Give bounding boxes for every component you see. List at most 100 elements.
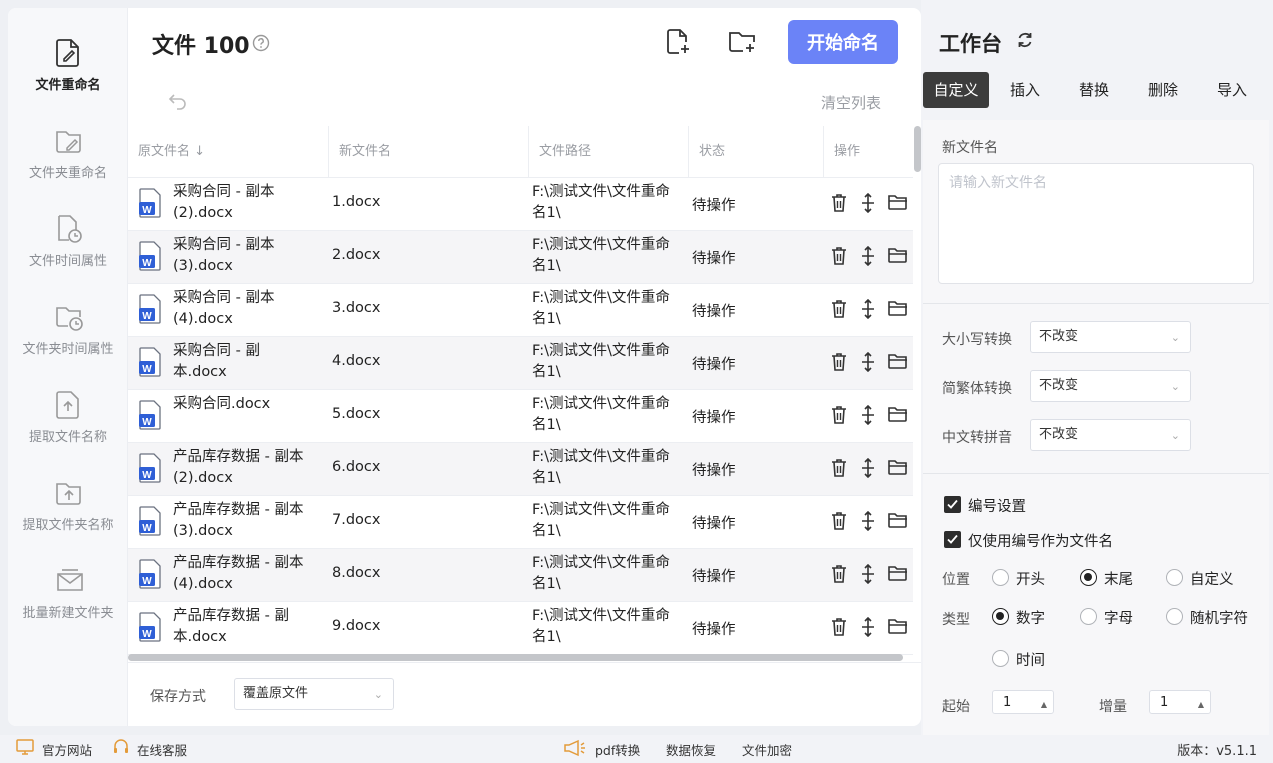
table-row[interactable]: W 产品库存数据 - 副本 (3).docx 7.docx F:\测试文件\文件重命名… <box>128 496 913 549</box>
table-row[interactable]: W 采购合同 - 副本 (3).docx 2.docx F:\测试文件\文件重命名1\… <box>128 231 913 284</box>
open-folder-icon[interactable] <box>888 299 908 321</box>
table-row[interactable]: W 产品库存数据 - 副本 (4).docx 8.docx F:\测试文件\文件重命名… <box>128 549 913 602</box>
delete-icon[interactable] <box>830 246 848 270</box>
move-icon[interactable] <box>859 510 877 535</box>
add-folder-icon[interactable] <box>728 28 758 56</box>
table-row[interactable]: W 产品库存数据 - 副本 (2).docx 6.docx F:\测试文件\文件重命名… <box>128 443 913 496</box>
folder-upload-icon <box>56 483 81 505</box>
sidebar-item-extract-file-names[interactable]: 提取文件名称 <box>8 390 128 478</box>
open-folder-icon[interactable] <box>888 405 908 427</box>
only-number-checkbox[interactable] <box>944 531 961 548</box>
table-row[interactable]: W 采购合同 - 副本 (2).docx 1.docx F:\测试文件\文件重命名1\… <box>128 178 913 231</box>
file-encrypt-link[interactable]: 文件加密 <box>742 740 792 759</box>
delete-icon[interactable] <box>830 299 848 323</box>
sidebar-item-batch-new-folder[interactable]: 批量新建文件夹 <box>8 566 128 654</box>
move-icon[interactable] <box>859 404 877 429</box>
data-recovery-link[interactable]: 数据恢复 <box>666 740 716 759</box>
original-name-cell: 产品库存数据 - 副本 (4).docx <box>173 555 304 592</box>
delete-icon[interactable] <box>830 564 848 588</box>
svg-text:W: W <box>142 417 152 428</box>
delete-icon[interactable] <box>830 352 848 376</box>
column-header-new: 新文件名 <box>328 126 528 178</box>
sidebar-item-file-time[interactable]: 文件时间属性 <box>8 214 128 302</box>
table-row[interactable]: W 采购合同 - 副本 (4).docx 3.docx F:\测试文件\文件重命名1\… <box>128 284 913 337</box>
new-name-input[interactable] <box>938 163 1254 284</box>
svg-text:W: W <box>142 311 152 322</box>
open-folder-icon[interactable] <box>888 617 908 639</box>
sidebar-item-extract-folder-names[interactable]: 提取文件夹名称 <box>8 478 128 566</box>
delete-icon[interactable] <box>830 617 848 641</box>
sort-arrow-icon: ↓ <box>194 144 206 159</box>
status-cell: 待操作 <box>692 569 736 585</box>
open-folder-icon[interactable] <box>888 511 908 533</box>
tab-insert[interactable]: 插入 <box>992 72 1058 108</box>
add-file-icon[interactable] <box>666 28 692 56</box>
delete-icon[interactable] <box>830 458 848 482</box>
start-rename-button[interactable]: 开始命名 <box>788 20 898 64</box>
original-name-cell: 产品库存数据 - 副本 (2).docx <box>173 449 304 486</box>
sidebar-item-folder-time[interactable]: 文件夹时间属性 <box>8 302 128 390</box>
online-support-link[interactable]: 在线客服 <box>137 740 187 759</box>
move-icon[interactable] <box>859 616 877 641</box>
move-icon[interactable] <box>859 245 877 270</box>
chevron-down-icon: ⌄ <box>373 688 383 701</box>
move-icon[interactable] <box>859 457 877 482</box>
position-radio-end[interactable] <box>1080 569 1097 586</box>
svg-text:W: W <box>142 576 152 587</box>
open-folder-icon[interactable] <box>888 352 908 374</box>
pdf-convert-link[interactable]: pdf转换 <box>595 740 640 759</box>
column-header-original[interactable]: 原文件名 ↓ <box>128 126 328 178</box>
horizontal-scrollbar[interactable] <box>128 654 913 662</box>
move-icon[interactable] <box>859 192 877 217</box>
refresh-icon[interactable] <box>1015 30 1035 50</box>
clear-list-button[interactable]: 清空列表 <box>821 92 881 113</box>
start-number-stepper[interactable]: 1 ▲ <box>992 690 1054 714</box>
word-doc-icon: W <box>138 294 162 328</box>
save-mode-select[interactable]: 覆盖原文件 ⌄ <box>234 678 394 710</box>
position-radio-custom[interactable] <box>1166 569 1183 586</box>
position-radio-start[interactable] <box>992 569 1009 586</box>
type-radio-letter[interactable] <box>1080 608 1097 625</box>
new-name-cell: 6.docx <box>332 459 381 475</box>
stepper-up-icon[interactable]: ▲ <box>1041 693 1047 717</box>
move-icon[interactable] <box>859 298 877 323</box>
numbering-checkbox[interactable] <box>944 496 961 513</box>
type-radio-random[interactable] <box>1166 608 1183 625</box>
sidebar-item-folder-rename[interactable]: 文件夹重命名 <box>8 126 128 214</box>
move-icon[interactable] <box>859 563 877 588</box>
tab-delete[interactable]: 删除 <box>1130 72 1196 108</box>
table-row[interactable]: W 产品库存数据 - 副本.docx 9.docx F:\测试文件\文件重命名1\ 待操… <box>128 602 913 655</box>
tab-custom[interactable]: 自定义 <box>923 72 989 108</box>
official-website-link[interactable]: 官方网站 <box>42 740 92 759</box>
undo-icon[interactable] <box>168 92 188 110</box>
delete-icon[interactable] <box>830 511 848 535</box>
tab-replace[interactable]: 替换 <box>1061 72 1127 108</box>
path-cell: F:\测试文件\文件重命名1\ <box>532 343 670 380</box>
step-stepper[interactable]: 1 ▲ <box>1149 690 1211 714</box>
mail-folder-icon <box>57 569 83 591</box>
open-folder-icon[interactable] <box>888 564 908 586</box>
tab-import[interactable]: 导入 <box>1199 72 1265 108</box>
check-icon <box>947 534 958 544</box>
trad-simp-select[interactable]: 不改变 ⌄ <box>1030 370 1191 402</box>
word-doc-icon: W <box>138 241 162 275</box>
move-icon[interactable] <box>859 351 877 376</box>
stepper-up-icon[interactable]: ▲ <box>1198 693 1204 717</box>
type-radio-number[interactable] <box>992 608 1009 625</box>
delete-icon[interactable] <box>830 405 848 429</box>
case-convert-select[interactable]: 不改变 ⌄ <box>1030 321 1191 353</box>
pinyin-select[interactable]: 不改变 ⌄ <box>1030 419 1191 451</box>
sidebar-item-file-rename[interactable]: 文件重命名 <box>8 38 128 126</box>
original-name-cell: 产品库存数据 - 副本.docx <box>173 608 289 645</box>
delete-icon[interactable] <box>830 193 848 217</box>
table-row[interactable]: W 采购合同 - 副本.docx 4.docx F:\测试文件\文件重命名1\ 待操作 <box>128 337 913 390</box>
open-folder-icon[interactable] <box>888 458 908 480</box>
open-folder-icon[interactable] <box>888 193 908 215</box>
help-icon[interactable] <box>252 34 270 52</box>
word-doc-icon: W <box>138 559 162 593</box>
vertical-scrollbar[interactable] <box>913 126 921 656</box>
original-name-cell: 产品库存数据 - 副本 (3).docx <box>173 502 304 539</box>
table-row[interactable]: W 采购合同.docx 5.docx F:\测试文件\文件重命名1\ 待操作 <box>128 390 913 443</box>
open-folder-icon[interactable] <box>888 246 908 268</box>
type-radio-time[interactable] <box>992 650 1009 667</box>
